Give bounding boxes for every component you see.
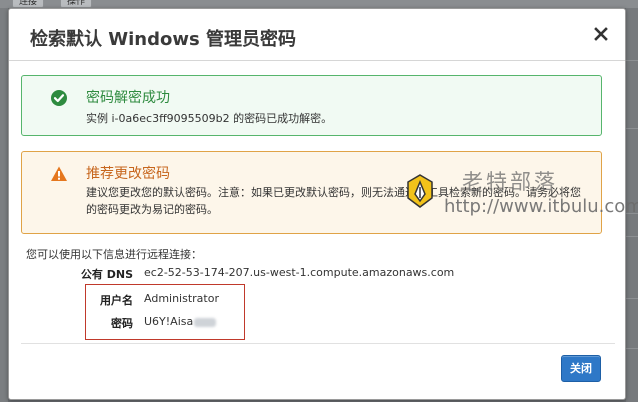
background-left-panel: [0, 8, 8, 402]
watermark-name: 老特部落: [462, 170, 558, 194]
background-tab-connect: 连接: [12, 0, 45, 8]
dialog-header: 检索默认 Windows 管理员密码: [9, 9, 625, 61]
close-button[interactable]: 关闭: [561, 355, 601, 382]
success-message: 实例 i-0a6ec3ff9095509b2 的密码已成功解密。: [86, 112, 333, 125]
dialog-title: 检索默认 Windows 管理员密码: [30, 29, 296, 50]
credentials-highlight-box: [85, 284, 245, 340]
watermark-url: http://www.itbulu.com: [444, 196, 638, 217]
success-title: 密码解密成功: [86, 90, 170, 106]
background-toolbar: 连接 操作: [0, 0, 638, 8]
footer-divider: [21, 343, 615, 344]
close-icon[interactable]: [591, 24, 611, 44]
check-circle-icon: [50, 89, 68, 107]
warning-title: 推荐更改密码: [86, 166, 170, 182]
success-alert: 密码解密成功 实例 i-0a6ec3ff9095509b2 的密码已成功解密。: [21, 75, 602, 136]
background-tab-actions: 操作: [60, 0, 93, 8]
public-dns-value: ec2-52-53-174-207.us-west-1.compute.amaz…: [144, 266, 455, 279]
watermark: 老特部落 http://www.itbulu.com: [406, 166, 638, 224]
watermark-logo-icon: [406, 174, 434, 208]
public-dns-label: 公有 DNS: [80, 268, 133, 281]
warning-triangle-icon: [50, 165, 68, 183]
connection-intro: 您可以使用以下信息进行远程连接：: [26, 248, 202, 261]
